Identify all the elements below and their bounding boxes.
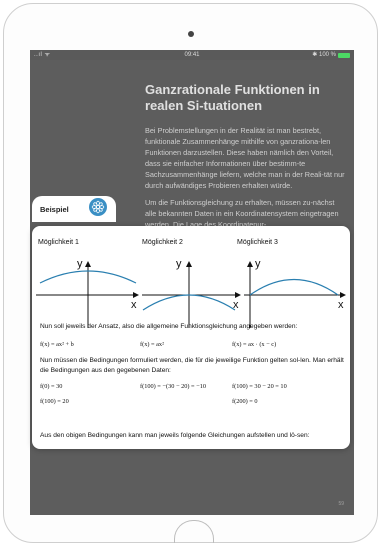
equation-option-3: f(x) = ax · (x − c) — [232, 341, 277, 348]
article: Ganzrationale Funktionen in realen Si-tu… — [145, 82, 345, 229]
example-label: Beispiel — [40, 205, 69, 214]
y-axis-label: y — [176, 258, 182, 270]
page-number: 59 — [338, 501, 344, 507]
flower-icon[interactable] — [89, 198, 107, 216]
option-label-1: Möglichkeit 1 — [38, 239, 79, 246]
condition-3b: f(200) = 0 — [232, 398, 258, 405]
graph-option-3: y x — [244, 258, 346, 328]
y-axis-label: y — [77, 258, 83, 270]
clock: 09:41 — [184, 52, 200, 58]
x-axis-label: x — [131, 299, 137, 311]
article-paragraph: Bei Problemstellungen in der Realität is… — [145, 126, 345, 190]
graph-option-2: y x — [142, 258, 241, 328]
battery-icon — [338, 52, 350, 58]
equation-option-2: f(x) = ax² — [140, 341, 164, 348]
x-axis-label: x — [233, 299, 239, 311]
intro-text: Nun soll jeweils der Ansatz, also die al… — [40, 323, 298, 330]
example-card: Möglichkeit 1 Möglichkeit 2 Möglichkeit … — [32, 226, 350, 449]
x-axis-label: x — [338, 299, 344, 311]
condition-3a: f(100) = 30 − 20 = 10 — [232, 383, 287, 390]
graph-option-1: y x — [36, 258, 139, 328]
battery-status: ✱ 100 % — [312, 50, 350, 60]
equation-option-1: f(x) = ax² + b — [40, 341, 74, 348]
condition-2a: f(100) = −(30 − 20) = −10 — [140, 383, 207, 390]
battery-text: ✱ 100 % — [312, 52, 336, 58]
home-button[interactable] — [174, 520, 214, 543]
final-text: Aus den obigen Bedingungen kann man jewe… — [40, 432, 310, 439]
option-label-2: Möglichkeit 2 — [142, 239, 183, 246]
article-title: Ganzrationale Funktionen in realen Si-tu… — [145, 82, 320, 113]
condition-1a: f(0) = 30 — [40, 383, 63, 390]
status-bar: ..ıl ᯤ 09:41 ✱ 100 % — [30, 50, 354, 60]
conditions-text: Nun müssen die Bedingungen formuliert we… — [40, 357, 344, 374]
y-axis-label: y — [255, 258, 261, 270]
option-label-3: Möglichkeit 3 — [237, 239, 278, 246]
condition-1b: f(100) = 20 — [40, 398, 69, 405]
camera — [188, 31, 194, 37]
